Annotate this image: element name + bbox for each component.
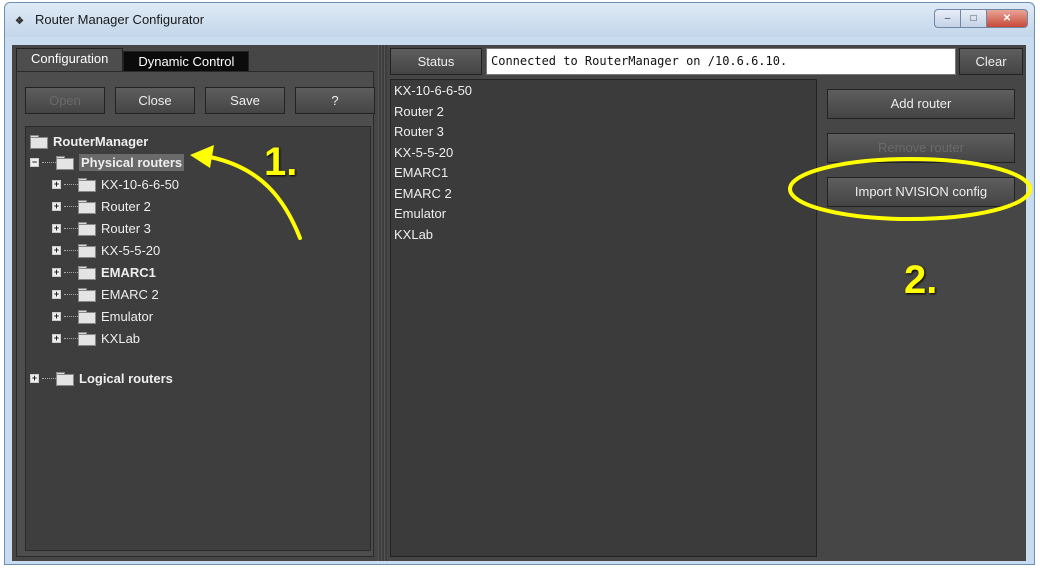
tree-connector: [64, 205, 78, 207]
expand-icon[interactable]: +: [52, 289, 61, 299]
tree-node-router[interactable]: + EMARC1: [52, 262, 156, 282]
tab-bar: Configuration Dynamic Control: [16, 48, 250, 72]
left-panel: Configuration Dynamic Control Open Close…: [12, 45, 378, 561]
tree-node-router[interactable]: + KXLab: [52, 328, 140, 348]
open-button[interactable]: Open: [25, 87, 105, 114]
tree-connector: [64, 249, 78, 251]
tree-node-label: Physical routers: [79, 153, 185, 171]
tree-node-label: Router 2: [101, 198, 151, 214]
tree-node-root[interactable]: RouterManager: [30, 131, 148, 151]
tree-node-router[interactable]: + Router 3: [52, 218, 151, 238]
expand-icon[interactable]: +: [52, 245, 61, 255]
tree-node-router[interactable]: + KX-10-6-6-50: [52, 174, 179, 194]
remove-router-button[interactable]: Remove router: [827, 133, 1015, 163]
tree-node-label: KX-10-6-6-50: [101, 176, 180, 192]
router-list-item[interactable]: KXLab: [394, 227, 433, 242]
tree-node-router[interactable]: + Router 2: [52, 196, 151, 216]
router-list[interactable]: KX-10-6-6-50 Router 2 Router 3 KX-5-5-20 EMA…: [390, 79, 817, 557]
router-tree: RouterManager − Physical routers + KX-10-…: [25, 126, 371, 551]
router-actions: Add router Remove router Import NVISION …: [827, 89, 1015, 207]
folder-icon: [78, 331, 96, 346]
tree-connector: [64, 227, 78, 229]
folder-icon: [78, 309, 96, 324]
expand-icon[interactable]: +: [30, 373, 39, 383]
tree-node-label: Logical routers: [79, 370, 173, 386]
folder-icon: [78, 265, 96, 280]
tab-dynamic-control[interactable]: Dynamic Control: [123, 51, 250, 72]
app-window: ❖ Router Manager Configurator – □ ✕ Conf…: [4, 2, 1035, 565]
expand-icon[interactable]: +: [52, 223, 61, 233]
folder-icon: [78, 243, 96, 258]
tree-node-label: KXLab: [101, 330, 141, 346]
router-list-item[interactable]: EMARC1: [394, 165, 448, 180]
tree-connector: [64, 315, 78, 317]
status-button[interactable]: Status: [390, 48, 482, 75]
tree-connector: [64, 183, 78, 185]
tree-connector: [64, 337, 78, 339]
expand-icon[interactable]: +: [52, 267, 61, 277]
status-message: Connected to RouterManager on /10.6.6.10…: [486, 48, 956, 75]
tab-configuration[interactable]: Configuration: [16, 48, 124, 72]
toolbar: Open Close Save ?: [25, 87, 375, 114]
configuration-pane: Open Close Save ? RouterManager − Physic…: [16, 71, 375, 557]
save-button[interactable]: Save: [205, 87, 285, 114]
folder-icon: [78, 177, 96, 192]
expand-icon[interactable]: +: [52, 311, 61, 321]
folder-icon: [78, 199, 96, 214]
import-nvision-config-button[interactable]: Import NVISION config: [827, 177, 1015, 207]
window-controls: – □ ✕: [934, 9, 1028, 28]
close-config-button[interactable]: Close: [115, 87, 195, 114]
tree-connector: [42, 377, 56, 379]
tree-connector: [64, 271, 78, 273]
router-list-item[interactable]: EMARC 2: [394, 186, 452, 201]
maximize-button[interactable]: □: [960, 9, 986, 28]
folder-icon: [78, 287, 96, 302]
folder-icon: [30, 134, 48, 149]
expand-icon[interactable]: +: [52, 179, 61, 189]
clear-button[interactable]: Clear: [959, 48, 1023, 75]
window-title: Router Manager Configurator: [35, 12, 205, 27]
tree-node-label: Router 3: [101, 220, 151, 236]
tree-node-physical-routers[interactable]: − Physical routers: [30, 152, 185, 172]
tree-node-label: RouterManager: [53, 133, 149, 149]
tree-connector: [42, 161, 56, 163]
folder-icon: [56, 371, 74, 386]
router-list-item[interactable]: KX-5-5-20: [394, 145, 453, 160]
help-button[interactable]: ?: [295, 87, 375, 114]
tree-node-label: Emulator: [101, 308, 154, 324]
tree-node-router[interactable]: + Emulator: [52, 306, 153, 326]
router-list-item[interactable]: Router 2: [394, 104, 444, 119]
main-content: Configuration Dynamic Control Open Close…: [12, 45, 1026, 561]
close-button[interactable]: ✕: [986, 9, 1028, 28]
expand-icon[interactable]: +: [52, 201, 61, 211]
tree-node-router[interactable]: + EMARC 2: [52, 284, 159, 304]
router-list-item[interactable]: KX-10-6-6-50: [394, 83, 472, 98]
folder-icon: [56, 155, 74, 170]
router-list-item[interactable]: Emulator: [394, 206, 446, 221]
panel-splitter[interactable]: [378, 45, 387, 561]
tree-node-label: KX-5-5-20: [101, 242, 161, 258]
app-logo-icon: ❖: [15, 16, 24, 27]
folder-icon: [78, 221, 96, 236]
minimize-button[interactable]: –: [934, 9, 960, 28]
expand-icon[interactable]: +: [52, 333, 61, 343]
add-router-button[interactable]: Add router: [827, 89, 1015, 119]
tree-node-label: EMARC1: [101, 264, 156, 280]
right-panel: Status Connected to RouterManager on /10…: [387, 45, 1026, 561]
tree-node-logical-routers[interactable]: + Logical routers: [30, 368, 173, 388]
title-bar: ❖ Router Manager Configurator – □ ✕: [5, 3, 1034, 37]
router-list-item[interactable]: Router 3: [394, 124, 444, 139]
tree-node-router[interactable]: + KX-5-5-20: [52, 240, 160, 260]
tree-node-label: EMARC 2: [101, 286, 159, 302]
collapse-icon[interactable]: −: [30, 157, 39, 167]
tree-connector: [64, 293, 78, 295]
